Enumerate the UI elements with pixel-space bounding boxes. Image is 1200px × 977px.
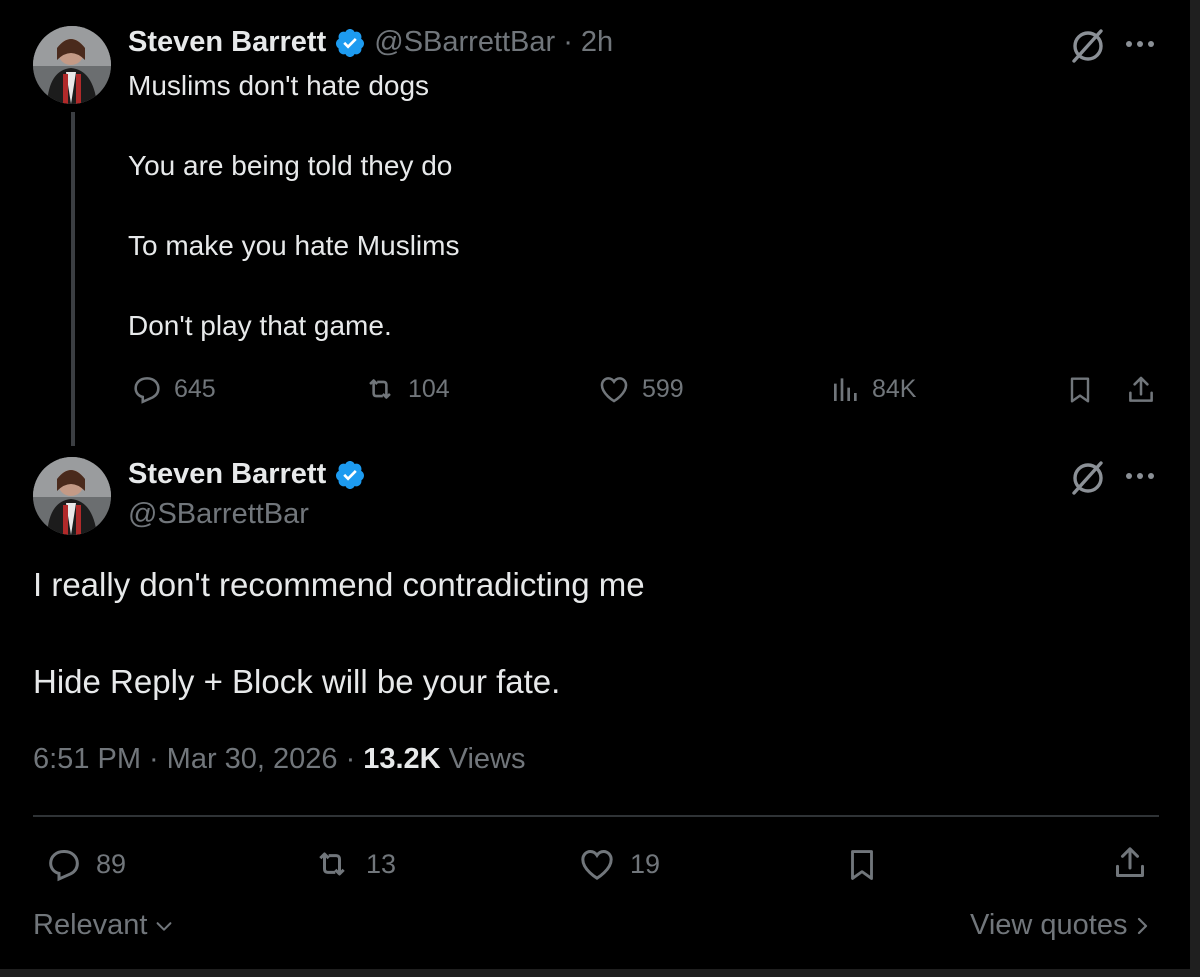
reply-icon (44, 844, 84, 884)
verified-badge-icon (334, 459, 366, 491)
verified-badge-icon (334, 27, 366, 59)
tweet2-line-2: Hide Reply + Block will be your fate. (33, 663, 561, 700)
bookmark-icon[interactable] (843, 844, 881, 886)
tweet2-line-1: I really don't recommend contradicting m… (33, 566, 645, 603)
grok-icon[interactable] (1068, 458, 1108, 498)
repost-button[interactable]: 104 (362, 372, 450, 406)
avatar-image (33, 457, 111, 535)
like-button[interactable]: 599 (596, 372, 684, 406)
separator-dot: · (149, 743, 159, 775)
repost-count: 104 (408, 374, 450, 403)
author-name[interactable]: Steven Barrett (128, 26, 326, 59)
tweet1-line-1: Muslims don't hate dogs (128, 70, 430, 101)
chevron-down-icon (153, 915, 175, 937)
sort-label: Relevant (33, 909, 148, 941)
thread-line (71, 112, 75, 446)
views-label: Views (448, 743, 526, 775)
heart-icon (596, 372, 632, 406)
chevron-right-icon (1133, 914, 1153, 938)
reply-button[interactable]: 89 (44, 844, 126, 884)
repost-count: 13 (366, 848, 397, 879)
tweet2-header: Steven Barrett (128, 458, 366, 491)
share-icon[interactable] (1124, 372, 1158, 408)
author-handle[interactable]: @SBarrettBar (128, 498, 309, 531)
author-handle[interactable]: @SBarrettBar (374, 26, 555, 59)
tweet-time[interactable]: 6:51 PM (33, 743, 141, 776)
like-button[interactable]: 19 (576, 844, 660, 884)
reply-count: 89 (96, 848, 127, 879)
tweet1-header: Steven Barrett @SBarrettBar · 2h (128, 26, 613, 59)
views-count: 84K (872, 374, 917, 403)
tweet1-line-3: To make you hate Muslims (128, 230, 460, 261)
tweet1-line-4: Don't play that game. (128, 310, 392, 341)
separator-dot: · (345, 743, 356, 775)
like-count: 19 (630, 848, 661, 879)
view-quotes-link[interactable]: View quotes (970, 909, 1153, 942)
right-edge (1190, 0, 1200, 977)
view-quotes-label: View quotes (970, 909, 1128, 941)
divider (33, 815, 1159, 817)
avatar[interactable] (33, 457, 111, 535)
tweet1-line-2: You are being told they do (128, 150, 453, 181)
timestamp[interactable]: 2h (581, 26, 613, 59)
more-icon[interactable] (1124, 34, 1158, 54)
bookmark-icon[interactable] (1064, 372, 1096, 408)
separator-dot: · (563, 26, 573, 58)
sort-dropdown[interactable]: Relevant (33, 909, 175, 942)
grok-icon[interactable] (1068, 26, 1108, 66)
share-icon[interactable] (1110, 842, 1150, 884)
repost-icon (310, 844, 354, 884)
views-summary[interactable]: 13.2K Views (363, 743, 525, 776)
avatar-image (33, 26, 111, 104)
like-count: 599 (642, 374, 684, 403)
reply-icon (130, 372, 164, 406)
views-count: 13.2K (363, 743, 441, 775)
heart-icon (576, 844, 618, 884)
repost-icon (362, 372, 398, 406)
repost-button[interactable]: 13 (310, 844, 396, 884)
more-icon[interactable] (1124, 466, 1158, 486)
author-name[interactable]: Steven Barrett (128, 458, 326, 491)
views-icon (830, 372, 862, 406)
reply-count: 645 (174, 374, 216, 403)
tweet-date[interactable]: Mar 30, 2026 (167, 743, 338, 776)
avatar[interactable] (33, 26, 111, 104)
reply-button[interactable]: 645 (130, 372, 216, 406)
tweet2-meta: 6:51 PM · Mar 30, 2026 · 13.2K Views (33, 743, 525, 776)
bottom-edge (0, 969, 1200, 977)
views-button[interactable]: 84K (830, 372, 916, 406)
